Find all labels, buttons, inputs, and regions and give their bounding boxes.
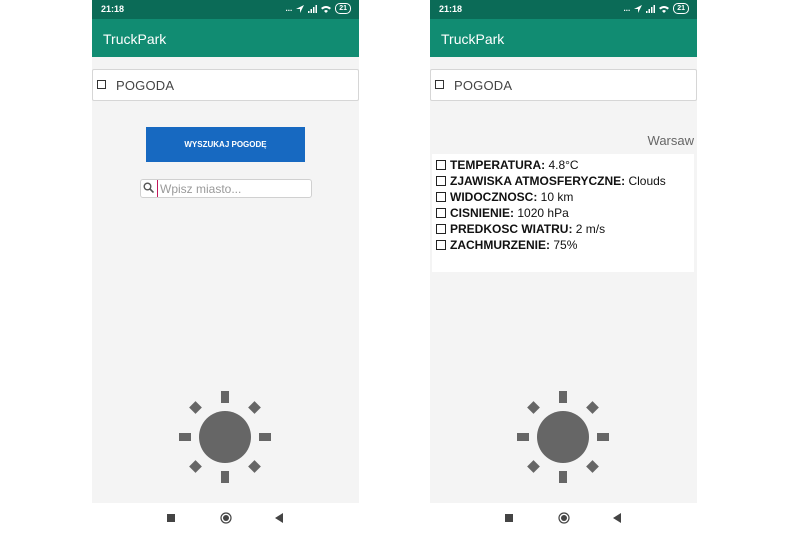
location-icon [634, 4, 643, 13]
signal-icon [308, 4, 318, 13]
weather-card[interactable]: POGODA [430, 69, 697, 101]
notification-dots: ... [285, 4, 293, 13]
info-value: 4.8°C [548, 158, 579, 172]
back-triangle-icon[interactable] [613, 513, 621, 523]
city-search-field[interactable] [140, 179, 312, 198]
phone-screen-results: 21:18 ... 21 TruckPark POGODA Warsaw TEM… [430, 0, 697, 534]
weather-info-panel: TEMPERATURA: 4.8°C ZJAWISKA ATMOSFERYCZN… [432, 154, 694, 272]
checkbox-icon [436, 208, 446, 218]
app-title: TruckPark [441, 31, 505, 47]
info-key: ZACHMURZENIE: [450, 238, 550, 252]
main-content: POGODA WYSZUKAJ POGODĘ [92, 57, 359, 503]
checkbox-icon [436, 160, 446, 170]
sun-icon [179, 391, 271, 483]
app-bar: TruckPark [430, 19, 697, 57]
info-value: 2 m/s [575, 222, 606, 236]
wifi-icon [321, 5, 332, 13]
info-value: 75% [553, 238, 578, 252]
info-key: TEMPERATURA: [450, 158, 546, 172]
phone-screen-search: 21:18 ... 21 TruckPark POGODA WYSZUKAJ P… [92, 0, 359, 534]
info-key: ZJAWISKA ATMOSFERYCZNE: [450, 174, 626, 188]
search-icon [143, 182, 154, 193]
info-value: 10 km [540, 190, 574, 204]
checkbox-icon [436, 176, 446, 186]
city-search-input[interactable] [157, 180, 310, 197]
battery-icon: 21 [335, 3, 351, 14]
info-row-visibility: WIDOCZNOSC: 10 km [436, 190, 573, 206]
main-content: POGODA Warsaw TEMPERATURA: 4.8°C ZJAWISK… [430, 57, 697, 503]
wifi-icon [659, 5, 670, 13]
search-weather-button[interactable]: WYSZUKAJ POGODĘ [146, 127, 305, 162]
recents-square-icon[interactable] [505, 514, 513, 522]
status-indicators: ... 21 [624, 3, 689, 14]
status-time: 21:18 [439, 4, 463, 14]
info-row-wind-speed: PREDKOSC WIATRU: 2 m/s [436, 222, 605, 238]
info-key: PREDKOSC WIATRU: [450, 222, 573, 236]
info-row-phenomena: ZJAWISKA ATMOSFERYCZNE: Clouds [436, 174, 666, 190]
card-checkbox-icon [435, 80, 444, 89]
info-row-temperature: TEMPERATURA: 4.8°C [436, 158, 579, 174]
navigation-bar [430, 503, 697, 534]
status-indicators: ... 21 [286, 3, 351, 14]
card-checkbox-icon [97, 80, 106, 89]
info-row-pressure: CISNIENIE: 1020 hPa [436, 206, 569, 222]
home-circle-icon[interactable] [558, 512, 570, 524]
weather-card-label: POGODA [454, 78, 513, 93]
status-time: 21:18 [101, 4, 125, 14]
sun-icon [517, 391, 609, 483]
status-bar: 21:18 ... 21 [430, 0, 697, 19]
weather-card[interactable]: POGODA [92, 69, 359, 101]
info-value: Clouds [628, 174, 666, 188]
back-triangle-icon[interactable] [275, 513, 283, 523]
app-title: TruckPark [103, 31, 167, 47]
info-value: 1020 hPa [517, 206, 569, 220]
home-circle-icon[interactable] [220, 512, 232, 524]
navigation-bar [92, 503, 359, 534]
recents-square-icon[interactable] [167, 514, 175, 522]
checkbox-icon [436, 224, 446, 234]
info-row-cloudiness: ZACHMURZENIE: 75% [436, 238, 577, 254]
checkbox-icon [436, 240, 446, 250]
notification-dots: ... [623, 4, 631, 13]
signal-icon [646, 4, 656, 13]
weather-card-label: POGODA [116, 78, 175, 93]
location-icon [296, 4, 305, 13]
status-bar: 21:18 ... 21 [92, 0, 359, 19]
battery-icon: 21 [673, 3, 689, 14]
checkbox-icon [436, 192, 446, 202]
info-key: WIDOCZNOSC: [450, 190, 538, 204]
info-key: CISNIENIE: [450, 206, 515, 220]
app-bar: TruckPark [92, 19, 359, 57]
city-name: Warsaw [647, 133, 694, 148]
